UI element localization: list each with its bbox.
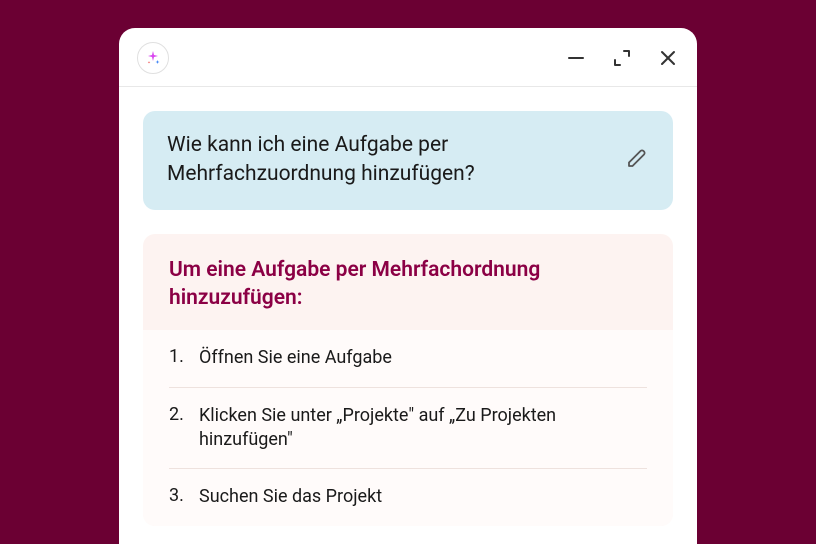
answer-card: Um eine Aufgabe per Mehrfachordnung hinz… <box>143 234 673 526</box>
titlebar <box>119 28 697 87</box>
list-item: 3. Suchen Sie das Projekt <box>169 469 647 525</box>
list-item: 1. Öffnen Sie eine Aufgabe <box>169 330 647 387</box>
assistant-window: Wie kann ich eine Aufgabe per Mehrfachzu… <box>119 28 697 544</box>
answer-title: Um eine Aufgabe per Mehrfachordnung hinz… <box>143 234 673 331</box>
step-text: Klicken Sie unter „Projekte" auf „Zu Pro… <box>199 404 647 453</box>
window-controls <box>567 49 677 67</box>
expand-icon[interactable] <box>613 49 631 67</box>
question-card: Wie kann ich eine Aufgabe per Mehrfachzu… <box>143 111 673 210</box>
step-text: Suchen Sie das Projekt <box>199 485 382 509</box>
step-number: 3. <box>169 485 189 506</box>
answer-steps-list: 1. Öffnen Sie eine Aufgabe 2. Klicken Si… <box>143 330 673 525</box>
edit-icon[interactable] <box>625 146 649 174</box>
step-text: Öffnen Sie eine Aufgabe <box>199 346 392 370</box>
step-number: 1. <box>169 346 189 367</box>
minimize-icon[interactable] <box>567 49 585 67</box>
content-area: Wie kann ich eine Aufgabe per Mehrfachzu… <box>119 87 697 526</box>
list-item: 2. Klicken Sie unter „Projekte" auf „Zu … <box>169 388 647 470</box>
step-number: 2. <box>169 404 189 425</box>
close-icon[interactable] <box>659 49 677 67</box>
question-text: Wie kann ich eine Aufgabe per Mehrfachzu… <box>167 131 605 190</box>
app-sparkle-icon <box>137 42 169 74</box>
